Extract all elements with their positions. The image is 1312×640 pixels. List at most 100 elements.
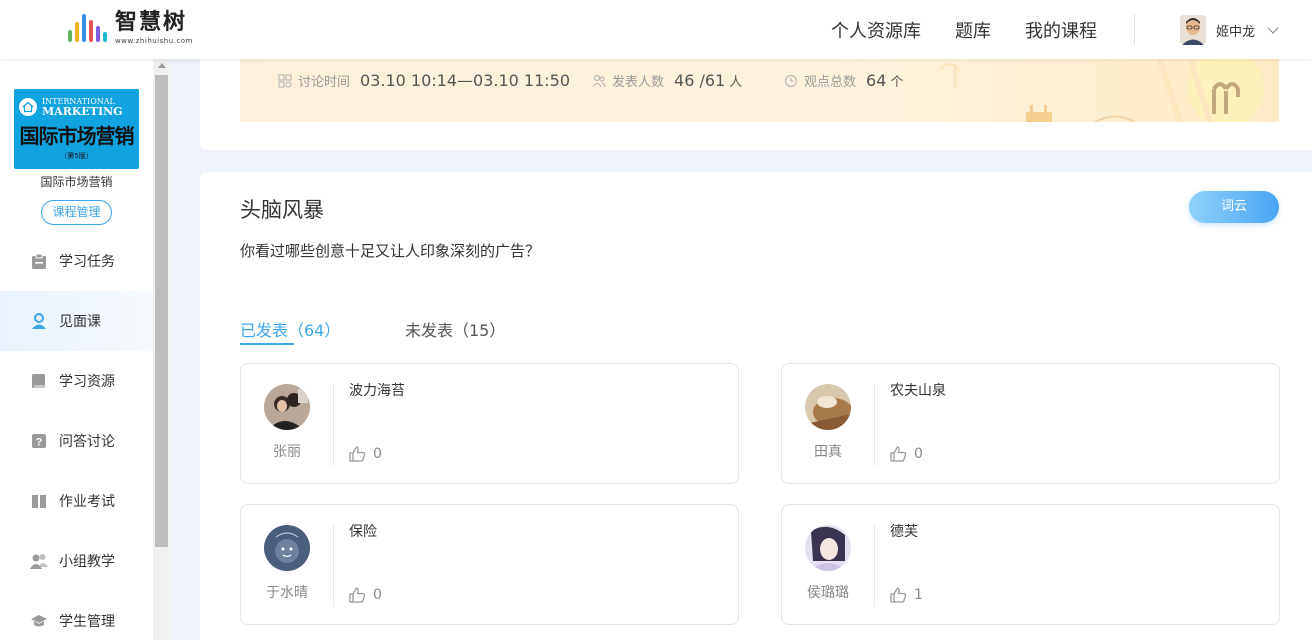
like-button[interactable]: 0 <box>349 587 382 603</box>
reply-divider <box>333 384 334 466</box>
avatar <box>805 525 851 571</box>
sidebar-item-label: 问答讨论 <box>59 434 115 450</box>
sidebar-item-student-management[interactable]: 学生管理 <box>0 591 153 640</box>
cover-edition: （第5版） <box>60 152 93 160</box>
brand-name: 智慧树 <box>115 10 188 35</box>
people-icon <box>592 74 606 87</box>
sidebar-item-label: 见面课 <box>59 314 101 330</box>
avatar <box>264 525 310 571</box>
like-count: 0 <box>914 446 923 462</box>
reply-author: 张丽 <box>273 444 301 460</box>
home-icon <box>19 98 37 116</box>
reply-card[interactable]: 侯璐璐 德芙 1 <box>781 504 1280 625</box>
tab-active-indicator <box>240 343 294 345</box>
participants-unit: 人 <box>729 75 743 90</box>
reply-author: 于水晴 <box>266 585 308 601</box>
reply-author: 侯璐璐 <box>807 585 849 601</box>
sidebar-item-homework-exam[interactable]: 作业考试 <box>0 471 153 531</box>
discussion-banner: 讨论时间 03.10 10:14—03.10 11:50 发表人数 46 /61… <box>240 59 1279 122</box>
reply-content: 农夫山泉 <box>890 383 946 399</box>
sidebar-item-label: 学习资源 <box>59 374 115 390</box>
exam-icon <box>30 492 48 510</box>
clock-icon <box>784 74 798 87</box>
zhihuishu-logo[interactable]: 智慧树 www.zhihuishu.com <box>68 10 193 50</box>
sidebar-scrollbar[interactable] <box>153 59 170 640</box>
course-manage-button[interactable]: 课程管理 <box>41 200 112 225</box>
views-stat: 观点总数 64 个 <box>784 71 903 90</box>
like-count: 1 <box>914 587 923 603</box>
reply-card[interactable]: 于水晴 保险 0 <box>240 504 739 625</box>
thumbs-up-icon <box>349 446 366 462</box>
participants-stat: 发表人数 46 /61 人 <box>592 71 742 90</box>
banner-decoration <box>939 59 1264 122</box>
views-value: 64 <box>866 71 887 90</box>
brand-url: www.zhihuishu.com <box>115 37 193 45</box>
sidebar-item-live-class[interactable]: 见面课 <box>0 291 153 351</box>
tab-published[interactable]: 已发表（64） <box>240 317 340 341</box>
sidebar-item-learning-resources[interactable]: 学习资源 <box>0 351 153 411</box>
tab-unpublished[interactable]: 未发表（15） <box>405 317 505 341</box>
reply-divider <box>333 525 334 607</box>
top-navigation-bar: 智慧树 www.zhihuishu.com 个人资源库 题库 我的课程 姬中龙 <box>0 0 1312 59</box>
book-icon <box>30 372 48 390</box>
chevron-down-icon[interactable] <box>1267 22 1279 34</box>
like-button[interactable]: 0 <box>890 446 923 462</box>
svg-text:?: ? <box>36 437 43 449</box>
nav-personal-resources[interactable]: 个人资源库 <box>831 17 921 43</box>
reply-divider <box>874 384 875 466</box>
clipboard-icon <box>30 252 48 270</box>
thumbs-up-icon <box>349 587 366 603</box>
discussion-time-value: 03.10 10:14—03.10 11:50 <box>360 71 571 90</box>
avatar <box>805 384 851 430</box>
like-button[interactable]: 0 <box>349 446 382 462</box>
person-icon <box>30 312 48 330</box>
avatar <box>264 384 310 430</box>
cover-en-line2: MARKETING <box>42 105 123 118</box>
reply-content: 波力海苔 <box>349 383 405 399</box>
username: 姬中龙 <box>1216 24 1256 40</box>
activity-title: 头脑风暴 <box>240 198 324 222</box>
main-nav: 个人资源库 题库 我的课程 <box>831 0 1131 59</box>
user-menu[interactable]: 姬中龙 <box>1180 14 1279 46</box>
sidebar-item-label: 小组教学 <box>59 554 115 570</box>
discussion-time-label: 讨论时间 <box>298 75 351 90</box>
sidebar-item-label: 学习任务 <box>59 254 115 270</box>
scroll-up-arrow-icon[interactable] <box>158 63 166 68</box>
user-avatar <box>1180 15 1206 45</box>
like-count: 0 <box>373 587 382 603</box>
sidebar-item-qa-discussion[interactable]: ? 问答讨论 <box>0 411 153 471</box>
participants-value: 46 /61 <box>674 71 726 90</box>
thumbs-up-icon <box>890 587 907 603</box>
activity-question: 你看过哪些创意十足又让人印象深刻的广告？ <box>240 242 541 260</box>
reply-author: 田真 <box>814 444 842 460</box>
reply-card[interactable]: 张丽 波力海苔 0 <box>240 363 739 484</box>
sidebar-item-label: 学生管理 <box>59 614 115 630</box>
like-button[interactable]: 1 <box>890 587 923 603</box>
sidebar-item-learning-tasks[interactable]: 学习任务 <box>0 231 153 291</box>
discussion-time-stat: 讨论时间 03.10 10:14—03.10 11:50 <box>278 71 570 90</box>
cover-cn-title: 国际市场营销 <box>19 124 135 148</box>
reply-content: 德芙 <box>890 524 918 540</box>
logo-bars-icon <box>68 10 107 42</box>
nav-question-bank[interactable]: 题库 <box>955 17 991 43</box>
sidebar-item-group-teaching[interactable]: 小组教学 <box>0 531 153 591</box>
course-sidebar: INTERNATIONAL MARKETING 国际市场营销 （第5版） 国际市… <box>0 59 153 640</box>
reply-card[interactable]: 田真 农夫山泉 0 <box>781 363 1280 484</box>
like-count: 0 <box>373 446 382 462</box>
question-icon: ? <box>30 432 48 450</box>
course-name: 国际市场营销 <box>40 175 113 189</box>
scroll-thumb[interactable] <box>155 75 168 547</box>
clock-grid-icon <box>278 73 292 88</box>
nav-divider <box>1134 14 1135 44</box>
participants-label: 发表人数 <box>612 75 665 90</box>
nav-my-courses[interactable]: 我的课程 <box>1025 17 1097 43</box>
course-cover[interactable]: INTERNATIONAL MARKETING 国际市场营销 （第5版） <box>14 89 139 169</box>
sidebar-item-label: 作业考试 <box>59 494 115 510</box>
reply-content: 保险 <box>349 524 377 540</box>
brainstorm-card: 头脑风暴 你看过哪些创意十足又让人印象深刻的广告？ 词云 已发表（64） 未发表… <box>200 172 1312 640</box>
reply-divider <box>874 525 875 607</box>
wordcloud-button[interactable]: 词云 <box>1189 191 1279 223</box>
discussion-info-card: 讨论时间 03.10 10:14—03.10 11:50 发表人数 46 /61… <box>200 59 1312 150</box>
views-unit: 个 <box>890 75 904 90</box>
thumbs-up-icon <box>890 446 907 462</box>
